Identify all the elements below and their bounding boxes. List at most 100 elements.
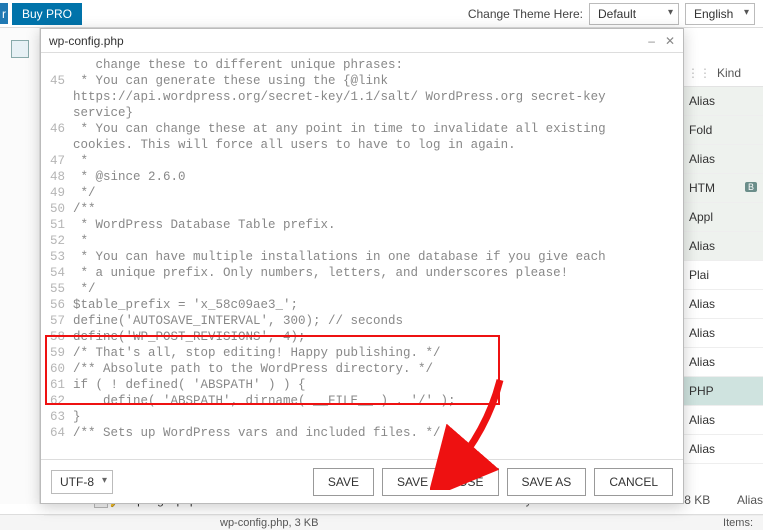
code-line[interactable]: service} — [41, 105, 683, 121]
status-right: Items: — [723, 517, 763, 529]
code-line[interactable]: 62 define( 'ABSPATH', dirname( __FILE__ … — [41, 393, 683, 409]
code-text: /** Absolute path to the WordPress direc… — [71, 361, 433, 377]
code-line[interactable]: 59/* That's all, stop editing! Happy pub… — [41, 345, 683, 361]
file-kind-cell[interactable]: Fold — [683, 116, 763, 145]
line-number: 50 — [41, 201, 71, 217]
code-line[interactable]: 57define('AUTOSAVE_INTERVAL', 300); // s… — [41, 313, 683, 329]
badge-b: B — [745, 182, 757, 192]
encoding-select[interactable]: UTF-8 — [51, 470, 113, 494]
file-kind-header[interactable]: ⋮⋮ Kind — [683, 60, 763, 87]
line-number: 54 — [41, 265, 71, 281]
line-number: 57 — [41, 313, 71, 329]
code-text: https://api.wordpress.org/secret-key/1.1… — [71, 89, 606, 105]
code-text: * You can change these at any point in t… — [71, 121, 606, 137]
code-line[interactable]: 45 * You can generate these using the {@… — [41, 73, 683, 89]
save-button[interactable]: SAVE — [313, 468, 374, 496]
file-kind-cell[interactable]: Alias — [683, 348, 763, 377]
buy-pro-button[interactable]: Buy PRO — [12, 3, 82, 25]
file-kind-cell[interactable]: Alias — [683, 87, 763, 116]
file-kind-cell[interactable]: Appl — [683, 203, 763, 232]
code-text: if ( ! defined( 'ABSPATH' ) ) { — [71, 377, 306, 393]
code-line[interactable]: 60/** Absolute path to the WordPress dir… — [41, 361, 683, 377]
line-number — [41, 137, 71, 153]
code-line[interactable]: 49 */ — [41, 185, 683, 201]
file-kind-cell[interactable]: Alias — [683, 319, 763, 348]
language-select-value: English — [694, 7, 733, 21]
code-text: } — [71, 409, 81, 425]
code-line[interactable]: 55 */ — [41, 281, 683, 297]
theme-select[interactable]: Default — [589, 3, 679, 25]
app-title-stub: r — [0, 3, 8, 24]
file-kind-cell[interactable]: Alias — [683, 145, 763, 174]
code-text: service} — [71, 105, 133, 121]
drag-handle-icon[interactable]: ⋮⋮ — [687, 66, 711, 80]
code-line[interactable]: 63} — [41, 409, 683, 425]
file-kind-cell[interactable]: Alias — [683, 290, 763, 319]
code-line[interactable]: 52 * — [41, 233, 683, 249]
code-line[interactable]: 51 * WordPress Database Table prefix. — [41, 217, 683, 233]
code-line[interactable]: 64/** Sets up WordPress vars and include… — [41, 425, 683, 441]
line-number — [41, 105, 71, 121]
code-editor[interactable]: change these to different unique phrases… — [41, 53, 683, 459]
file-kind-cell[interactable]: HTMB — [683, 174, 763, 203]
file-kind-column: ⋮⋮ Kind AliasFoldAliasHTMBApplAliasPlaiA… — [683, 60, 763, 464]
close-icon[interactable]: ✕ — [665, 34, 675, 48]
line-number: 52 — [41, 233, 71, 249]
theme-select-value: Default — [598, 7, 636, 21]
code-line[interactable]: 46 * You can change these at any point i… — [41, 121, 683, 137]
code-text: $table_prefix = 'x_58c09ae3_'; — [71, 297, 298, 313]
change-theme-label: Change Theme Here: — [468, 7, 583, 21]
file-type: Alias — [737, 493, 763, 507]
line-number — [41, 89, 71, 105]
line-number: 58 — [41, 329, 71, 345]
file-kind-cell[interactable]: Alias — [683, 435, 763, 464]
code-text: * You can generate these using the {@lin… — [71, 73, 388, 89]
code-line[interactable]: 47 * — [41, 153, 683, 169]
top-toolbar: r Buy PRO Change Theme Here: Default Eng… — [0, 0, 763, 28]
code-text: define('AUTOSAVE_INTERVAL', 300); // sec… — [71, 313, 403, 329]
file-kind-cell[interactable]: Alias — [683, 406, 763, 435]
code-text: /** Sets up WordPress vars and included … — [71, 425, 441, 441]
view-icon[interactable] — [11, 40, 29, 58]
file-kind-cell[interactable]: Alias — [683, 232, 763, 261]
language-select[interactable]: English — [685, 3, 755, 25]
file-kind-cell[interactable]: Plai — [683, 261, 763, 290]
code-text: */ — [71, 281, 96, 297]
code-line[interactable]: https://api.wordpress.org/secret-key/1.1… — [41, 89, 683, 105]
code-text: * — [71, 233, 88, 249]
line-number: 51 — [41, 217, 71, 233]
code-line[interactable]: 56$table_prefix = 'x_58c09ae3_'; — [41, 297, 683, 313]
status-left: wp-config.php, 3 KB — [220, 517, 318, 529]
code-line[interactable]: 61if ( ! defined( 'ABSPATH' ) ) { — [41, 377, 683, 393]
code-line[interactable]: 50/** — [41, 201, 683, 217]
editor-footer: UTF-8 SAVE SAVE & CLOSE SAVE AS CANCEL — [41, 459, 683, 503]
minimize-icon[interactable]: – — [648, 34, 655, 48]
line-number: 63 — [41, 409, 71, 425]
file-kind-header-label: Kind — [717, 66, 741, 80]
editor-filename: wp-config.php — [49, 34, 124, 48]
save-as-button[interactable]: SAVE AS — [507, 468, 587, 496]
code-line[interactable]: cookies. This will force all users to ha… — [41, 137, 683, 153]
code-line[interactable]: 58define('WP_POST_REVISIONS', 4); — [41, 329, 683, 345]
code-text: * a unique prefix. Only numbers, letters… — [71, 265, 568, 281]
line-number: 59 — [41, 345, 71, 361]
cancel-button[interactable]: CANCEL — [594, 468, 673, 496]
save-close-button[interactable]: SAVE & CLOSE — [382, 468, 498, 496]
code-text: * @since 2.6.0 — [71, 169, 186, 185]
code-text: /** — [71, 201, 96, 217]
line-number: 45 — [41, 73, 71, 89]
editor-modal: wp-config.php – ✕ change these to differ… — [40, 28, 684, 504]
code-text: */ — [71, 185, 96, 201]
code-line[interactable]: 53 * You can have multiple installations… — [41, 249, 683, 265]
code-line[interactable]: change these to different unique phrases… — [41, 57, 683, 73]
line-number: 64 — [41, 425, 71, 441]
status-bar: wp-config.php, 3 KB Items: — [0, 514, 763, 530]
code-text: define( 'ABSPATH', dirname( __FILE__ ) .… — [71, 393, 456, 409]
line-number: 49 — [41, 185, 71, 201]
code-line[interactable]: 48 * @since 2.6.0 — [41, 169, 683, 185]
file-kind-cell[interactable]: PHP — [683, 377, 763, 406]
editor-titlebar[interactable]: wp-config.php – ✕ — [41, 29, 683, 53]
code-line[interactable]: 54 * a unique prefix. Only numbers, lett… — [41, 265, 683, 281]
encoding-value: UTF-8 — [60, 475, 94, 489]
line-number — [41, 57, 71, 73]
